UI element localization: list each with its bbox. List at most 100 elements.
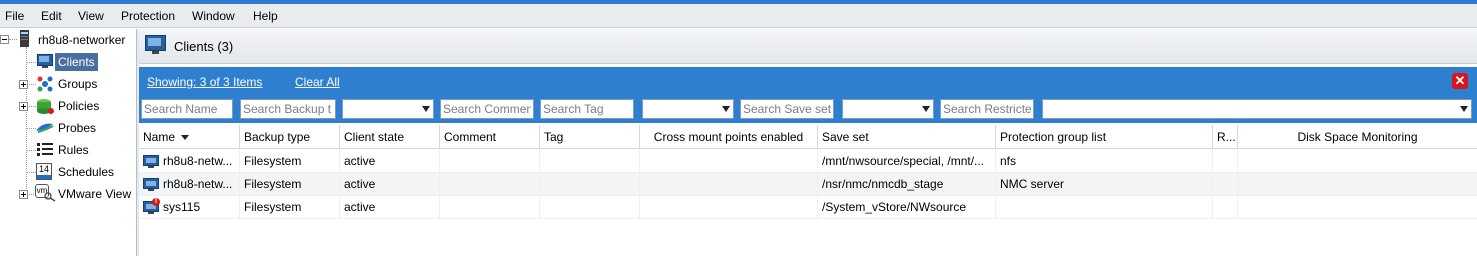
column-header-label: Name <box>143 130 176 144</box>
menu-protection[interactable]: Protection <box>121 9 175 23</box>
server-icon <box>20 30 29 47</box>
table-row[interactable]: ! sys115 Filesystem active /System_vStore… <box>139 196 1477 219</box>
cell-backup-type: Filesystem <box>240 150 340 173</box>
column-header-label: R... <box>1217 130 1236 144</box>
monitor-icon <box>37 54 53 68</box>
tree-item-vmware-view[interactable]: VMware View <box>58 187 131 201</box>
column-header-label: Comment <box>444 130 497 144</box>
cell-backup-type: Filesystem <box>240 196 340 219</box>
client-name: rh8u8-netw... <box>163 154 233 168</box>
showing-items-link[interactable]: Showing: 3 of 3 Items <box>147 75 262 89</box>
tree-item-schedules[interactable]: Schedules <box>58 165 114 179</box>
sort-descending-icon <box>181 135 190 141</box>
menu-edit[interactable]: Edit <box>41 9 62 23</box>
groups-icon <box>37 76 53 92</box>
client-state-select[interactable] <box>342 99 434 119</box>
cell-tag <box>540 173 640 196</box>
column-header-protection-group[interactable]: Protection group list <box>996 125 1213 149</box>
chevron-down-icon <box>422 106 430 112</box>
cell-comment <box>440 150 540 173</box>
navigation-tree: rh8u8-networker Clients Groups Policies … <box>0 29 136 256</box>
probes-icon <box>36 123 54 133</box>
rules-icon <box>37 143 53 156</box>
tree-item-vmware-expand-toggle[interactable] <box>19 190 28 199</box>
tree-line <box>26 172 36 173</box>
cell-comment <box>440 196 540 219</box>
search-save-set-input[interactable] <box>740 99 834 119</box>
client-name: rh8u8-netw... <box>163 177 233 191</box>
tree-item-groups-expand-toggle[interactable] <box>19 80 28 89</box>
menu-window[interactable]: Window <box>192 9 235 23</box>
cell-client-state: active <box>340 173 440 196</box>
magnifier-icon <box>44 192 56 202</box>
calendar-icon-number: 14 <box>38 164 49 174</box>
column-header-label: Disk Space Monitoring <box>1297 130 1418 144</box>
column-header-r[interactable]: R... <box>1213 125 1238 149</box>
disk-space-select[interactable] <box>1042 99 1472 119</box>
search-backup-type-input[interactable] <box>240 99 336 119</box>
cross-mount-select[interactable] <box>642 99 734 119</box>
column-header-name[interactable]: Name <box>139 125 240 149</box>
clear-all-link[interactable]: Clear All <box>295 75 340 89</box>
clients-panel-header: Clients (3) <box>139 29 1477 64</box>
column-header-backup-type[interactable]: Backup type <box>240 125 340 149</box>
table-row[interactable]: rh8u8-netw... Filesystem active /nsr/nmc… <box>139 173 1477 196</box>
menu-view[interactable]: View <box>78 9 104 23</box>
client-name: sys115 <box>163 200 201 214</box>
tree-item-policies[interactable]: Policies <box>58 99 99 113</box>
cell-comment <box>440 173 540 196</box>
column-header-disk-space[interactable]: Disk Space Monitoring <box>1238 125 1477 149</box>
column-header-tag[interactable]: Tag <box>540 125 640 149</box>
monitor-icon <box>143 178 159 192</box>
cell-save-set: /nsr/nmc/nmcdb_stage <box>818 173 996 196</box>
column-header-save-set[interactable]: Save set <box>818 125 996 149</box>
chevron-down-icon <box>722 106 730 112</box>
tree-item-groups[interactable]: Groups <box>58 77 97 91</box>
cell-save-set: /mnt/nwsource/special, /mnt/... <box>818 150 996 173</box>
monitor-alert-icon: ! <box>143 198 160 215</box>
column-header-label: Backup type <box>244 130 311 144</box>
cell-client-state: active <box>340 196 440 219</box>
column-header-label: Save set <box>822 130 869 144</box>
search-name-input[interactable] <box>141 99 233 119</box>
cell-cross-mount <box>640 196 818 219</box>
table-row[interactable]: rh8u8-netw... Filesystem active /mnt/nws… <box>139 150 1477 173</box>
column-header-cross-mount[interactable]: Cross mount points enabled <box>640 125 818 149</box>
cell-tag <box>540 150 640 173</box>
cell-client-state: active <box>340 150 440 173</box>
calendar-icon: 14 <box>36 163 52 180</box>
tree-item-probes[interactable]: Probes <box>58 121 96 135</box>
monitor-icon <box>143 155 159 169</box>
search-comment-input[interactable] <box>440 99 534 119</box>
filter-row <box>139 97 1477 123</box>
menu-help[interactable]: Help <box>253 9 278 23</box>
column-header-label: Protection group list <box>1000 130 1107 144</box>
cell-backup-type: Filesystem <box>240 173 340 196</box>
close-filter-icon[interactable]: ✕ <box>1452 73 1468 89</box>
search-restricted-input[interactable] <box>940 99 1034 119</box>
policies-icon <box>37 99 54 114</box>
tree-item-clients[interactable]: Clients <box>55 53 98 71</box>
tree-item-rules[interactable]: Rules <box>58 143 89 157</box>
tree-item-policies-expand-toggle[interactable] <box>19 102 28 111</box>
chevron-down-icon <box>922 106 930 112</box>
cell-r <box>1213 150 1238 173</box>
column-header-client-state[interactable]: Client state <box>340 125 440 149</box>
menu-bar: File Edit View Protection Window Help <box>0 4 1477 28</box>
search-tag-input[interactable] <box>540 99 634 119</box>
protection-group-select[interactable] <box>842 99 934 119</box>
tree-root-label[interactable]: rh8u8-networker <box>38 33 125 47</box>
menu-file[interactable]: File <box>5 9 24 23</box>
page-title: Clients (3) <box>174 39 234 54</box>
column-header-label: Tag <box>544 130 564 144</box>
filter-bar: Showing: 3 of 3 Items Clear All ✕ <box>139 67 1477 97</box>
tree-line <box>26 62 36 63</box>
cell-protection-group: nfs <box>996 150 1213 173</box>
tree-root-collapse-toggle[interactable] <box>0 35 9 44</box>
column-header-comment[interactable]: Comment <box>440 125 540 149</box>
cell-r <box>1213 173 1238 196</box>
column-header-label: Client state <box>344 130 405 144</box>
cell-save-set: /System_vStore/NWsource <box>818 196 996 219</box>
cell-r <box>1213 196 1238 219</box>
cell-name: rh8u8-netw... <box>139 173 240 196</box>
